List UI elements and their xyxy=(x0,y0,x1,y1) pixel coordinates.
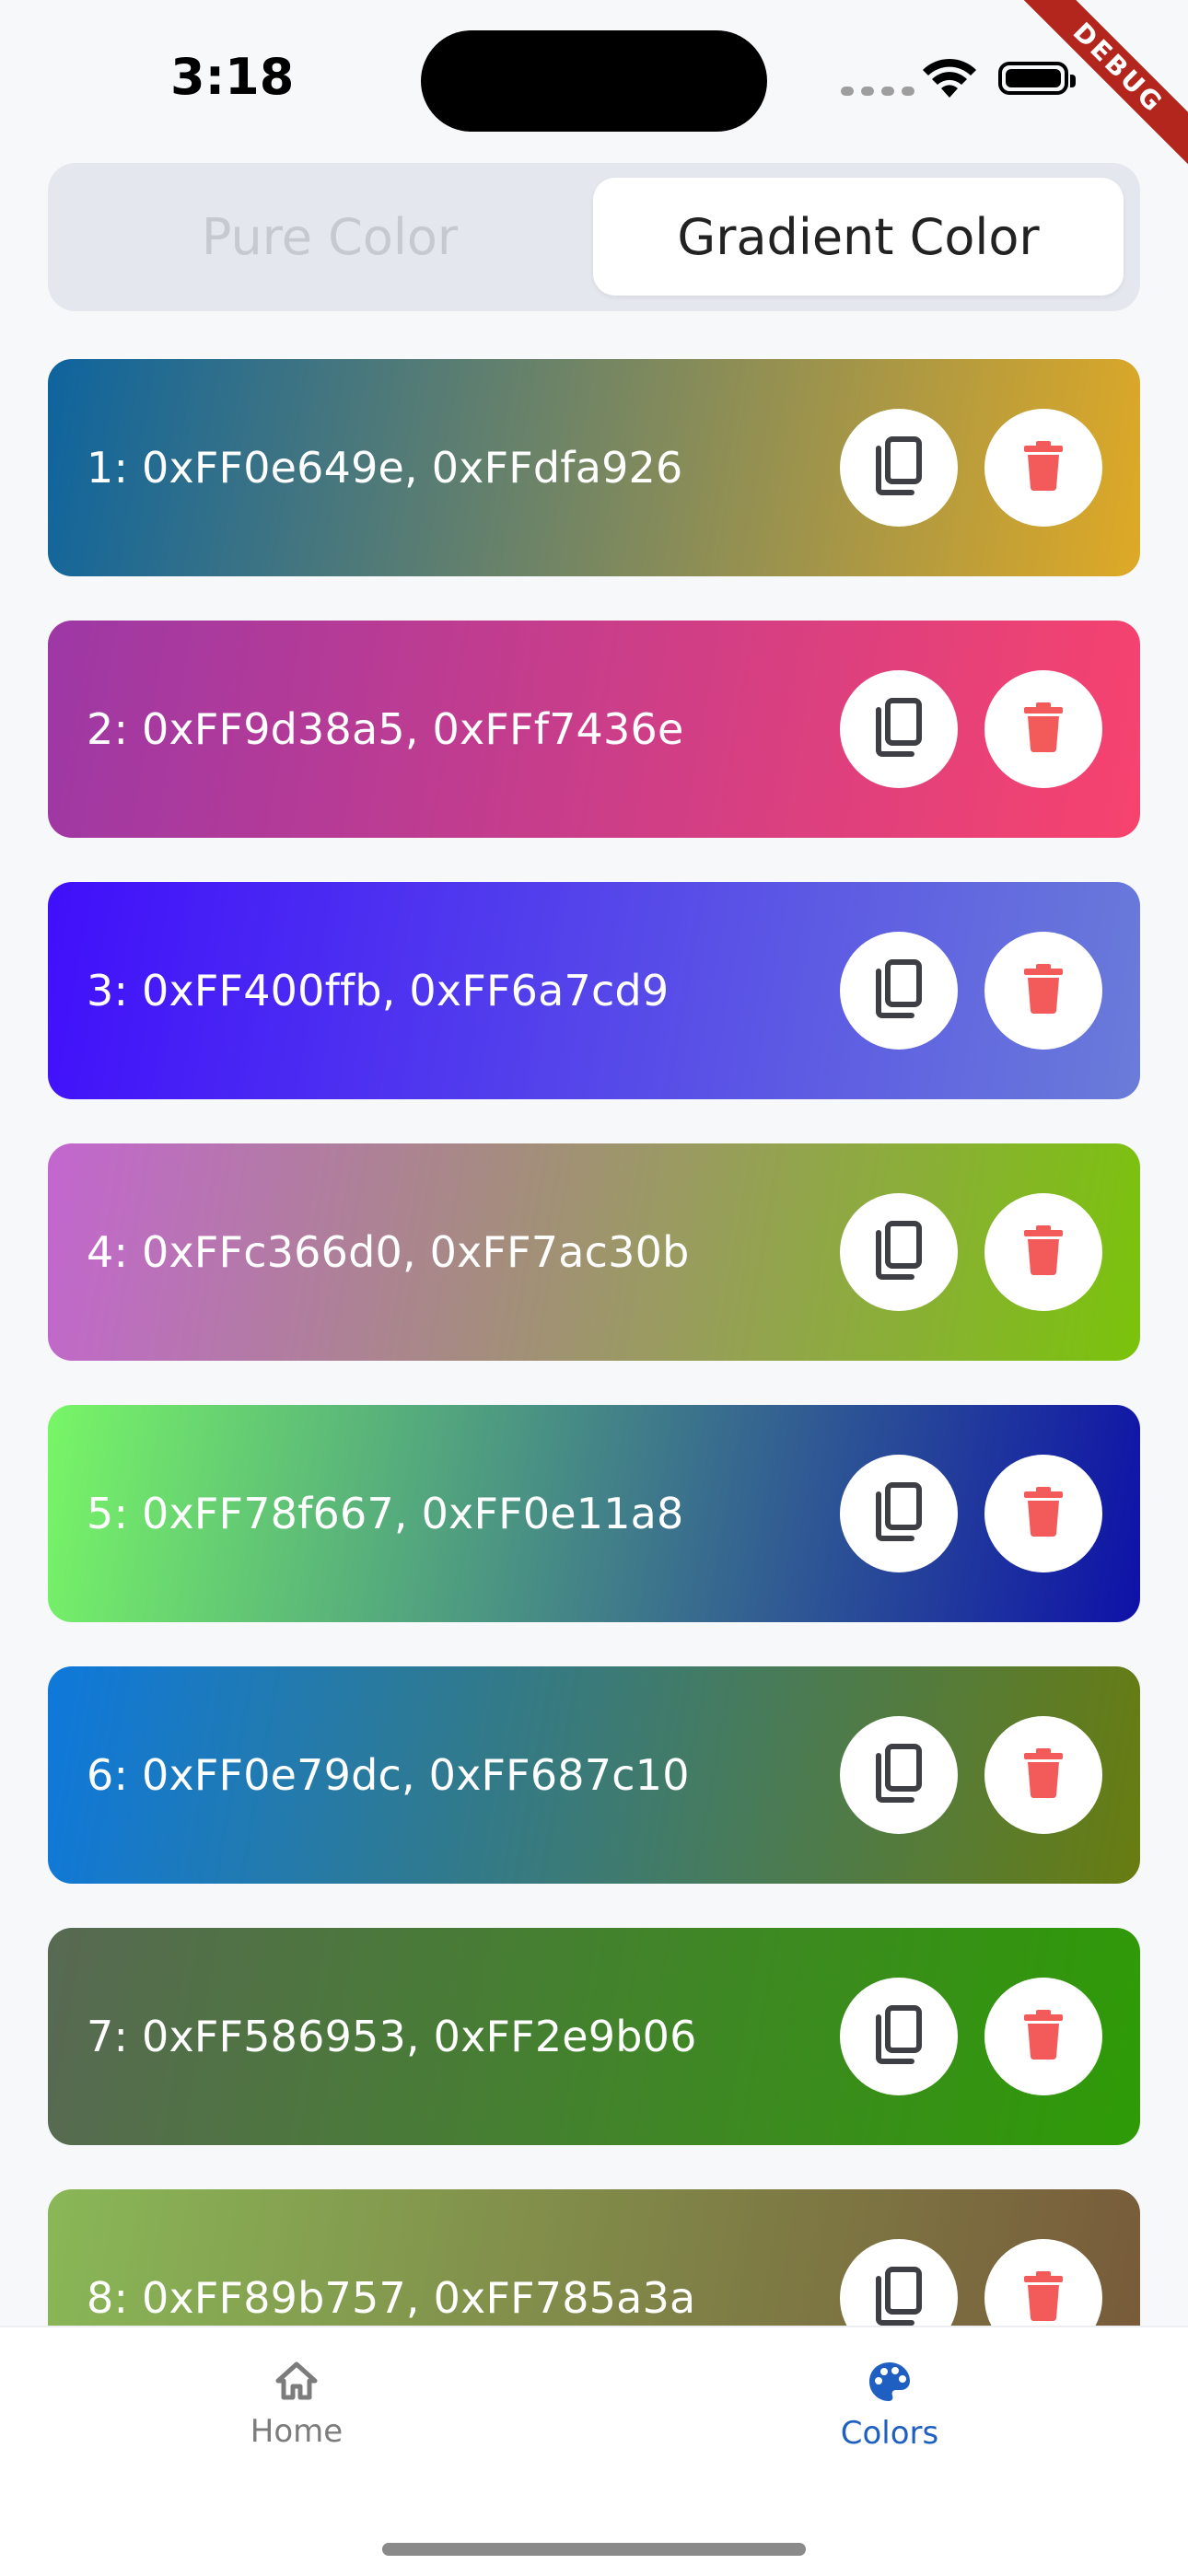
gradient-card[interactable]: 6: 0xFF0e79dc, 0xFF687c10 xyxy=(48,1666,1140,1884)
trash-icon xyxy=(1022,1486,1065,1542)
copy-button[interactable] xyxy=(840,1193,958,1311)
delete-button[interactable] xyxy=(984,932,1102,1050)
copy-icon xyxy=(871,435,926,501)
battery-icon xyxy=(998,62,1076,95)
gradient-card-label: 2: 0xFF9d38a5, 0xFFf7436e xyxy=(87,704,684,754)
trash-icon xyxy=(1022,2009,1065,2065)
delete-button[interactable] xyxy=(984,1193,1102,1311)
copy-button[interactable] xyxy=(840,1978,958,2095)
copy-icon xyxy=(871,958,926,1024)
nav-item-colors[interactable]: Colors xyxy=(798,2361,982,2452)
delete-button[interactable] xyxy=(984,1455,1102,1572)
delete-button[interactable] xyxy=(984,670,1102,788)
nav-label-home: Home xyxy=(250,2413,344,2450)
segment-pure-color[interactable]: Pure Color xyxy=(64,178,595,296)
copy-icon xyxy=(871,2266,926,2331)
copy-icon xyxy=(871,1481,926,1547)
home-indicator xyxy=(382,2543,806,2556)
gradient-card[interactable]: 1: 0xFF0e649e, 0xFFdfa926 xyxy=(48,359,1140,576)
trash-icon xyxy=(1022,2270,1065,2327)
trash-icon xyxy=(1022,702,1065,758)
copy-button[interactable] xyxy=(840,670,958,788)
status-bar: 3:18 DEBUG xyxy=(0,0,1188,180)
gradient-card[interactable]: 3: 0xFF400ffb, 0xFF6a7cd9 xyxy=(48,882,1140,1099)
home-icon xyxy=(274,2361,319,2406)
trash-icon xyxy=(1022,963,1065,1019)
gradient-card[interactable]: 5: 0xFF78f667, 0xFF0e11a8 xyxy=(48,1405,1140,1622)
nav-item-home[interactable]: Home xyxy=(204,2361,389,2450)
copy-button[interactable] xyxy=(840,1455,958,1572)
trash-icon xyxy=(1022,440,1065,496)
gradient-card-label: 1: 0xFF0e649e, 0xFFdfa926 xyxy=(87,443,683,493)
gradient-card-label: 6: 0xFF0e79dc, 0xFF687c10 xyxy=(87,1750,690,1800)
copy-icon xyxy=(871,697,926,762)
bottom-nav: Home Colors xyxy=(0,2326,1188,2576)
status-time: 3:18 xyxy=(170,48,295,106)
trash-icon xyxy=(1022,1747,1065,1804)
cellular-signal-icon xyxy=(841,87,914,96)
gradient-card-label: 4: 0xFFc366d0, 0xFF7ac30b xyxy=(87,1227,690,1277)
dynamic-island xyxy=(421,30,767,132)
copy-icon xyxy=(871,2004,926,2070)
copy-button[interactable] xyxy=(840,409,958,527)
gradient-card-label: 8: 0xFF89b757, 0xFF785a3a xyxy=(87,2273,696,2323)
copy-button[interactable] xyxy=(840,1716,958,1834)
delete-button[interactable] xyxy=(984,1978,1102,2095)
copy-button[interactable] xyxy=(840,932,958,1050)
delete-button[interactable] xyxy=(984,1716,1102,1834)
gradient-card[interactable]: 2: 0xFF9d38a5, 0xFFf7436e xyxy=(48,621,1140,838)
palette-icon xyxy=(868,2361,912,2408)
color-type-segmented-control: Pure Color Gradient Color xyxy=(48,163,1140,311)
gradient-card-label: 7: 0xFF586953, 0xFF2e9b06 xyxy=(87,2012,697,2061)
gradient-card-label: 5: 0xFF78f667, 0xFF0e11a8 xyxy=(87,1489,684,1538)
gradient-card-label: 3: 0xFF400ffb, 0xFF6a7cd9 xyxy=(87,966,670,1015)
delete-button[interactable] xyxy=(984,409,1102,527)
nav-label-colors: Colors xyxy=(840,2415,939,2452)
gradient-card[interactable]: 4: 0xFFc366d0, 0xFF7ac30b xyxy=(48,1143,1140,1361)
trash-icon xyxy=(1022,1224,1065,1281)
gradient-card[interactable]: 7: 0xFF586953, 0xFF2e9b06 xyxy=(48,1928,1140,2145)
copy-icon xyxy=(871,1743,926,1808)
copy-icon xyxy=(871,1220,926,1285)
wifi-icon xyxy=(921,57,978,104)
segment-gradient-color[interactable]: Gradient Color xyxy=(593,178,1124,296)
